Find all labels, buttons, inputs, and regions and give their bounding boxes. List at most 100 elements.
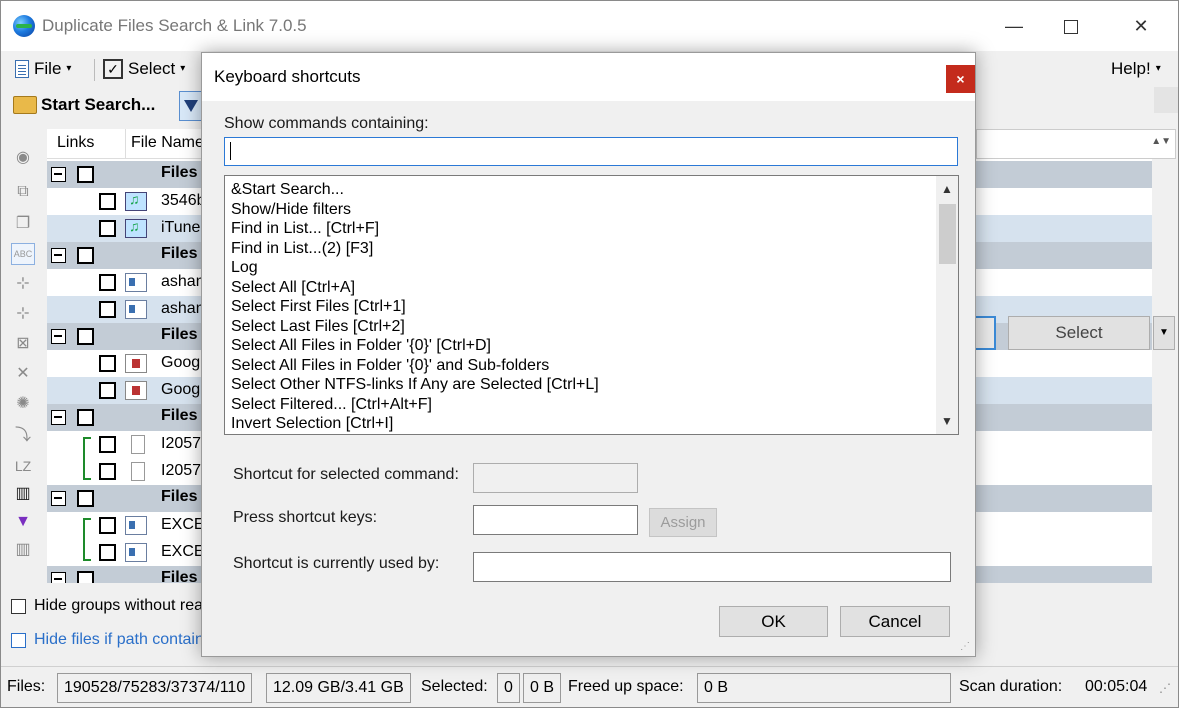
command-item[interactable]: &Start Search... [231, 180, 599, 200]
commands-scrollbar[interactable]: ▲ ▼ [936, 176, 958, 434]
select-button[interactable]: Select [1008, 316, 1150, 350]
group-title: Files [161, 164, 198, 181]
freed-label: Freed up space: [568, 678, 684, 695]
window-title: Duplicate Files Search & Link 7.0.5 [42, 16, 307, 35]
menu-file[interactable]: File ▾ [15, 57, 71, 81]
hardlink-bracket-icon [83, 437, 91, 480]
right-filter-box[interactable]: ▲▼ [976, 129, 1176, 159]
cancel-button[interactable]: Cancel [840, 606, 950, 637]
file-name: I2057 [161, 435, 202, 452]
resize-grip-icon[interactable]: ⋰ [1159, 681, 1171, 695]
file-name: Googl [161, 354, 204, 371]
file-checkbox[interactable] [99, 274, 116, 291]
delete-x-icon[interactable]: ✕ [11, 363, 35, 385]
file-checkbox[interactable] [99, 220, 116, 237]
hide-files-option[interactable]: Hide files if path contain [11, 631, 204, 649]
toolbar-overflow[interactable] [1154, 87, 1178, 113]
column-header-links[interactable]: Links [57, 134, 94, 152]
file-checkbox[interactable] [99, 301, 116, 318]
dialog-close-button[interactable]: × [946, 65, 975, 93]
hide-files-checkbox[interactable] [11, 632, 26, 648]
file-checkbox[interactable] [99, 544, 116, 561]
collapse-icon[interactable] [51, 167, 66, 182]
group-checkbox[interactable] [77, 166, 94, 183]
file-checkbox[interactable] [99, 517, 116, 534]
command-item[interactable]: Find in List... [Ctrl+F] [231, 219, 599, 239]
command-item[interactable]: Select First Files [Ctrl+1] [231, 297, 599, 317]
tree-icon[interactable]: ⊹ [11, 303, 35, 325]
commands-list[interactable]: &Start Search... Show/Hide filters Find in… [224, 175, 959, 435]
menu-help[interactable]: Help! ▾ [1111, 57, 1161, 81]
menu-help-label: Help! [1111, 59, 1151, 78]
press-keys-field[interactable] [473, 505, 638, 535]
add-copy-icon[interactable]: ⧉ [11, 181, 35, 203]
menu-select-label: Select [128, 59, 176, 78]
files-label: Files: [7, 678, 46, 695]
hide-groups-option[interactable]: Hide groups without rea [11, 597, 203, 615]
group-checkbox[interactable] [77, 247, 94, 264]
maximize-button[interactable] [1048, 9, 1094, 43]
file-checkbox[interactable] [99, 355, 116, 372]
gear-icon[interactable]: ✺ [11, 393, 35, 415]
collapse-icon[interactable] [51, 248, 66, 263]
command-item[interactable]: Show/Hide filters [231, 200, 599, 220]
file-checkbox[interactable] [99, 463, 116, 480]
collapse-icon[interactable] [51, 572, 66, 583]
dialog-resize-grip-icon[interactable]: ⋰ [960, 641, 970, 652]
scroll-thumb[interactable] [939, 204, 956, 264]
command-item[interactable]: Select Other NTFS-links If Any are Selec… [231, 375, 599, 395]
tree-icon[interactable]: ⊹ [11, 273, 35, 295]
stripe-icon[interactable]: ▥ [11, 539, 35, 561]
group-checkbox[interactable] [77, 490, 94, 507]
eye-icon[interactable]: ◉ [11, 147, 35, 169]
menu-select[interactable]: ✓ Select ▾ [103, 57, 185, 81]
ok-button[interactable]: OK [719, 606, 828, 637]
file-checkbox[interactable] [99, 382, 116, 399]
assign-button[interactable]: Assign [649, 508, 717, 537]
collapse-icon[interactable] [51, 329, 66, 344]
column-divider[interactable] [125, 129, 126, 159]
collapse-icon[interactable] [51, 410, 66, 425]
command-item[interactable]: Invert Selection [Ctrl+I] [231, 414, 599, 434]
scroll-up-icon[interactable]: ▲ [936, 178, 958, 200]
command-item[interactable]: Log [231, 258, 599, 278]
start-search-button[interactable]: Start Search... [13, 95, 155, 115]
funnel-icon[interactable]: ▼ [11, 511, 35, 533]
scan-duration-value: 00:05:04 [1085, 678, 1148, 695]
group-checkbox[interactable] [77, 328, 94, 345]
group-title: Files [161, 407, 198, 424]
close-window-button[interactable]: ✕ [1118, 9, 1164, 43]
stripe-icon[interactable]: ▥ [11, 483, 35, 505]
file-checkbox[interactable] [99, 436, 116, 453]
file-checkbox[interactable] [99, 193, 116, 210]
hide-groups-checkbox[interactable] [11, 598, 26, 614]
scroll-down-icon[interactable]: ▼ [936, 410, 958, 432]
command-item[interactable]: Select Filtered... [Ctrl+Alt+F] [231, 395, 599, 415]
command-item[interactable]: Find in List...(2) [F3] [231, 239, 599, 259]
folder-search-icon [13, 96, 37, 114]
file-name: 3546b [161, 192, 206, 209]
command-item[interactable]: Select Last Files [Ctrl+2] [231, 317, 599, 337]
lz-icon[interactable]: LZ [11, 455, 35, 477]
dialog-title: Keyboard shortcuts [214, 67, 361, 86]
move-icon[interactable]: ⤵ [11, 425, 35, 447]
document-icon [125, 273, 147, 292]
tree-x-icon[interactable]: ⊠ [11, 333, 35, 355]
command-filter-input[interactable] [224, 137, 958, 166]
hardlink-bracket-icon [83, 518, 91, 561]
command-item[interactable]: Select All [Ctrl+A] [231, 278, 599, 298]
command-item[interactable]: Select All Files in Folder '{0}' [Ctrl+D… [231, 336, 599, 356]
document-icon [125, 543, 147, 562]
group-checkbox[interactable] [77, 409, 94, 426]
keyboard-shortcuts-dialog: Keyboard shortcuts × Show commands conta… [201, 52, 976, 657]
select-dropdown-button[interactable]: ▼ [1153, 316, 1175, 350]
collapse-icon[interactable] [51, 491, 66, 506]
minimize-button[interactable]: — [991, 9, 1037, 43]
group-checkbox[interactable] [77, 571, 94, 583]
command-item[interactable]: Select All Files in Folder '{0}' and Sub… [231, 356, 599, 376]
column-header-file-name[interactable]: File Name [131, 134, 204, 152]
focused-button-edge[interactable] [976, 316, 996, 350]
copy-icon[interactable]: ❐ [11, 213, 35, 235]
filter-toggle-button[interactable] [179, 91, 203, 121]
abc-icon[interactable]: ABC [11, 243, 35, 265]
